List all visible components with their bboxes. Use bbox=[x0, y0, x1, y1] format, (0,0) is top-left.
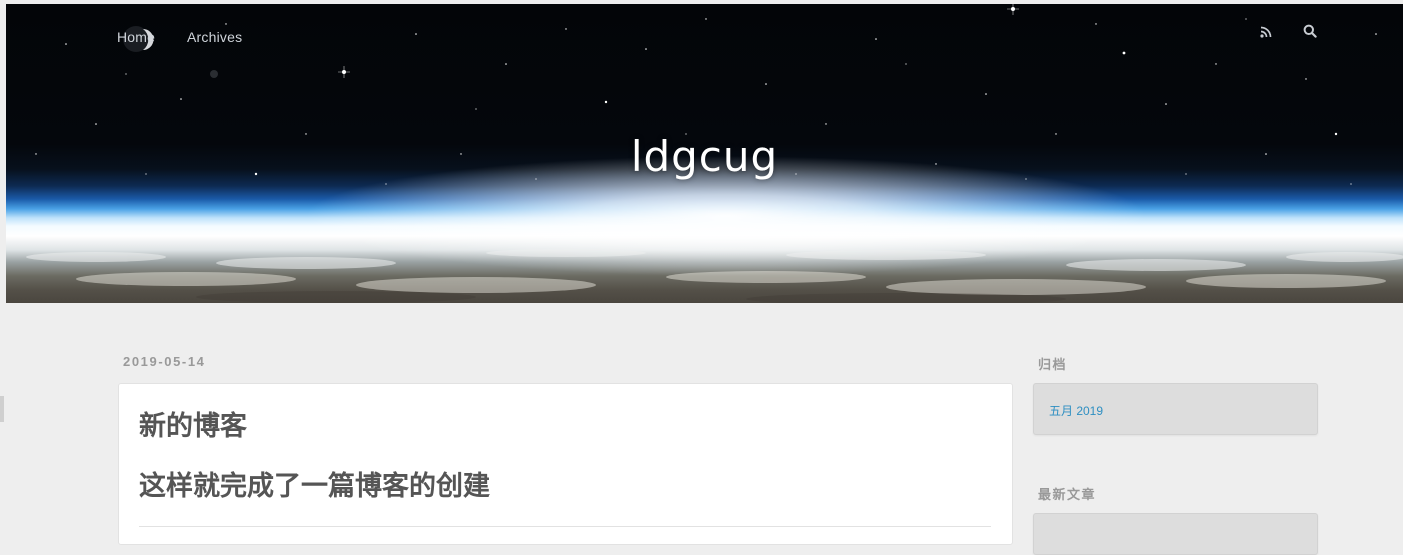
nav-archives-link[interactable]: Archives bbox=[187, 29, 242, 45]
site-title[interactable]: ldgcug bbox=[6, 132, 1403, 181]
recent-posts-widget bbox=[1033, 513, 1318, 555]
post-date[interactable]: 2019-05-14 bbox=[123, 354, 206, 369]
earth-horizon-decoration bbox=[26, 249, 1403, 303]
rss-icon[interactable] bbox=[1260, 25, 1272, 38]
recent-posts-widget-title: 最新文章 bbox=[1038, 487, 1097, 502]
search-icon[interactable] bbox=[1303, 24, 1317, 38]
page-edge-marker bbox=[0, 396, 4, 422]
archive-link-may-2019[interactable]: 五月 2019 bbox=[1049, 402, 1103, 419]
archives-widget: 五月 2019 bbox=[1033, 383, 1318, 435]
nav-home-link[interactable]: Home bbox=[117, 29, 155, 45]
archives-widget-title: 归档 bbox=[1038, 357, 1068, 372]
post-divider bbox=[139, 526, 991, 527]
post-title[interactable]: 新的博客 bbox=[139, 404, 247, 443]
post-body-heading: 这样就完成了一篇博客的创建 bbox=[139, 471, 490, 501]
header-banner: Home Archives ldgcug bbox=[6, 4, 1403, 303]
post-card: 新的博客 这样就完成了一篇博客的创建 bbox=[118, 383, 1013, 545]
